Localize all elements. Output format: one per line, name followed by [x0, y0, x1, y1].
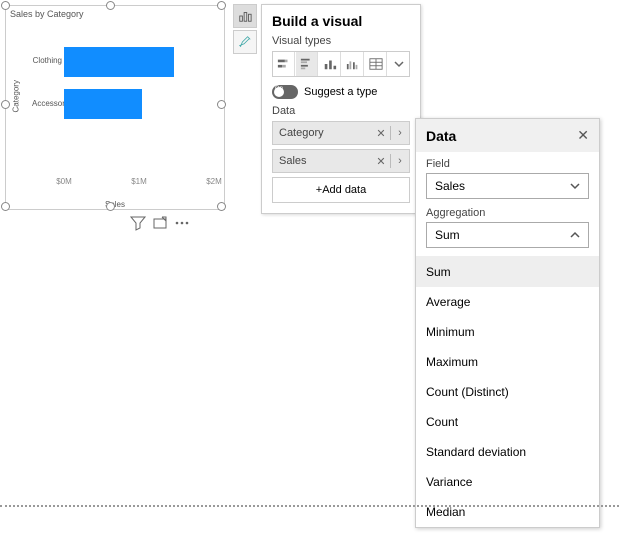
resize-handle-e[interactable]	[217, 100, 226, 109]
remove-field-icon[interactable]: ✕	[372, 155, 390, 168]
visual-types-row	[272, 51, 410, 77]
filter-icon[interactable]	[130, 215, 146, 231]
category-label: Clothing	[32, 56, 62, 65]
visual-type-clustered-column[interactable]	[342, 52, 364, 76]
chevron-down-icon	[570, 181, 580, 191]
field-menu-icon[interactable]: ›	[391, 127, 409, 139]
focus-mode-icon[interactable]	[152, 215, 168, 231]
aggregation-option-maximum[interactable]: Maximum	[416, 347, 599, 377]
build-visual-panel: Build a visual Visual types On Suggest a…	[261, 4, 421, 214]
more-options-icon[interactable]	[174, 215, 190, 231]
visual-type-stacked-bar[interactable]	[273, 52, 295, 76]
visual-types-label: Visual types	[272, 35, 410, 47]
resize-handle-sw[interactable]	[1, 202, 10, 211]
field-well-category[interactable]: Category ✕ ›	[272, 121, 410, 145]
add-data-button[interactable]: +Add data	[272, 177, 410, 203]
aggregation-label: Aggregation	[426, 207, 589, 219]
close-icon[interactable]: ✕	[577, 127, 589, 144]
aggregation-dropdown-value: Sum	[435, 228, 460, 242]
resize-handle-s[interactable]	[106, 202, 115, 211]
data-flyout-title: Data	[426, 128, 456, 144]
suggest-type-toggle[interactable]: On	[272, 85, 298, 99]
resize-handle-se[interactable]	[217, 202, 226, 211]
aggregation-option-minimum[interactable]: Minimum	[416, 317, 599, 347]
suggest-type-row: On Suggest a type	[272, 85, 410, 99]
x-tick: $2M	[206, 177, 222, 186]
resize-handle-ne[interactable]	[217, 1, 226, 10]
visual-toolbar	[130, 215, 190, 231]
visual-type-table[interactable]	[365, 52, 387, 76]
paintbrush-icon	[238, 35, 252, 49]
bar-accessories	[64, 89, 142, 119]
resize-handle-n[interactable]	[106, 1, 115, 10]
data-flyout-header: Data ✕	[416, 119, 599, 152]
field-dropdown-value: Sales	[435, 179, 465, 193]
build-visual-tab[interactable]	[233, 4, 257, 28]
panel-title: Build a visual	[272, 13, 410, 29]
visual-type-clustered-bar[interactable]	[296, 52, 318, 76]
aggregation-option-stddev[interactable]: Standard deviation	[416, 437, 599, 467]
aggregation-option-count[interactable]: Count	[416, 407, 599, 437]
data-flyout-panel: Data ✕ Field Sales Aggregation Sum Sum A…	[415, 118, 600, 528]
x-axis: $0M $1M $2M	[64, 177, 214, 197]
format-visual-tab[interactable]	[233, 30, 257, 54]
bar-clothing	[64, 47, 174, 77]
x-tick: $0M	[56, 177, 72, 186]
chevron-up-icon	[570, 230, 580, 240]
field-label: Field	[426, 158, 589, 170]
chart-title: Sales by Category	[6, 6, 224, 22]
category-label: Accessories	[32, 99, 62, 108]
aggregation-option-sum[interactable]: Sum	[416, 257, 599, 287]
canvas-boundary	[0, 505, 619, 507]
remove-field-icon[interactable]: ✕	[372, 127, 390, 140]
aggregation-option-median[interactable]: Median	[416, 497, 599, 527]
resize-handle-w[interactable]	[1, 100, 10, 109]
aggregation-options-list: Sum Average Minimum Maximum Count (Disti…	[416, 256, 599, 527]
field-menu-icon[interactable]: ›	[391, 155, 409, 167]
visual-type-column[interactable]	[319, 52, 341, 76]
x-tick: $1M	[131, 177, 147, 186]
chart-plot-area: Clothing Accessories	[32, 34, 214, 179]
chevron-down-icon	[394, 59, 404, 69]
field-dropdown[interactable]: Sales	[426, 173, 589, 199]
visual-type-more[interactable]	[388, 52, 409, 76]
suggest-type-label: Suggest a type	[304, 86, 377, 98]
field-well-sales[interactable]: Sales ✕ ›	[272, 149, 410, 173]
y-axis-label: Category	[12, 80, 21, 112]
aggregation-option-count-distinct[interactable]: Count (Distinct)	[416, 377, 599, 407]
bar-chart-icon	[238, 9, 252, 23]
visual-pane-tabs	[233, 4, 257, 54]
field-name: Sales	[273, 155, 372, 167]
chart-visual[interactable]: Sales by Category Category Clothing Acce…	[5, 5, 225, 210]
resize-handle-nw[interactable]	[1, 1, 10, 10]
aggregation-dropdown[interactable]: Sum	[426, 222, 589, 248]
aggregation-option-variance[interactable]: Variance	[416, 467, 599, 497]
aggregation-option-average[interactable]: Average	[416, 287, 599, 317]
field-name: Category	[273, 127, 372, 139]
data-section-label: Data	[272, 105, 410, 117]
